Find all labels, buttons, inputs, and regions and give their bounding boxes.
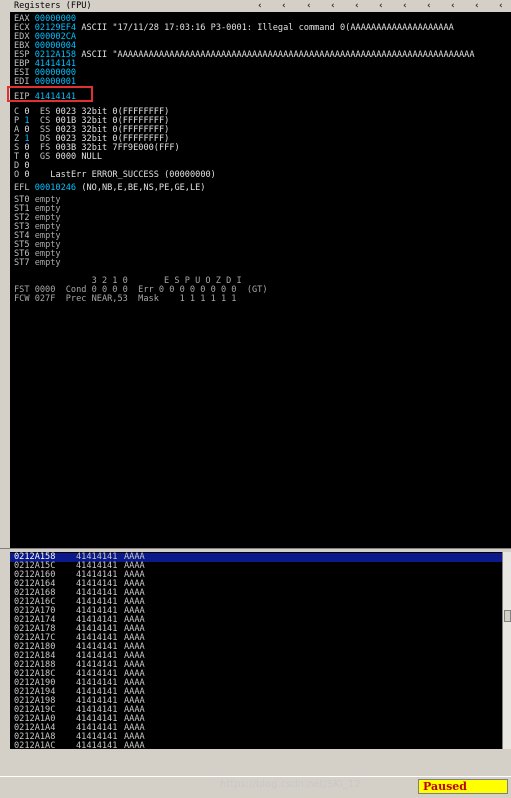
stack-scrollbar[interactable] [502,552,511,749]
chevron-left-icon[interactable]: ‹ [427,2,431,11]
registers-title: Registers (FPU) [14,1,92,11]
register-comment: ASCII "17/11/28 17:03:16 P3-0001: Illega… [81,23,454,33]
chevron-left-icon[interactable]: ‹ [475,2,479,11]
flag-row[interactable]: O 0 LastErr ERROR_SUCCESS (00000000) [14,171,216,180]
segment-desc: NULL [81,152,103,162]
chevron-left-icon[interactable]: ‹ [379,2,383,11]
stack-value: 41414141 [76,741,118,750]
stack-address: 0212A1AC [14,741,56,750]
efl-flags: (NO,NB,E,BE,NS,PE,GE,LE) [81,183,206,193]
fpu-name: ST7 [14,258,30,268]
stack-ascii: AAAA [124,741,145,750]
segment-name: GS [39,152,51,162]
chevron-left-icon[interactable]: ‹ [499,2,503,11]
segment-selector: 0000 [55,152,77,162]
chevron-left-icon[interactable]: ‹ [403,2,407,11]
efl-value[interactable]: 00010246 [35,183,76,193]
stack-pane[interactable]: 0212A158 41414141 AAAA 0212A15C 41414141 AAAA… [10,552,502,749]
fpu-value: empty [34,258,61,268]
fpu-st7[interactable]: ST7 empty [14,259,61,268]
flag-name: O [14,170,20,180]
register-esp[interactable]: ESP 0212A158 ASCII "AAAAAAAAAAAAAAAAAAAA… [14,51,475,60]
paused-indicator: Paused [418,779,508,794]
flag-bit[interactable]: 0 [24,170,29,180]
status-bar: https://blog.csdn.net/SKI_12 Paused [0,776,511,798]
eip-highlight-box [7,86,93,102]
chevron-left-icon[interactable]: ‹ [355,2,359,11]
chevron-left-icon[interactable]: ‹ [307,2,311,11]
status-spacer [0,750,511,776]
segment-desc: LastErr ERROR_SUCCESS (00000000) [50,170,216,180]
scrollbar-thumb[interactable] [504,610,511,622]
status-message: https://blog.csdn.net/SKI_12 [220,779,361,790]
registers-pane: Registers (FPU) ‹ ‹ ‹ ‹ ‹ ‹ ‹ ‹ ‹ ‹ ‹ EAX 00000000… [0,0,511,548]
chevron-left-icon[interactable]: ‹ [282,2,286,11]
chevron-left-icon[interactable]: ‹ [331,2,335,11]
efl-name: EFL [14,183,30,193]
efl-register[interactable]: EFL 00010246 (NO,NB,E,BE,NS,PE,GE,LE) [14,184,206,193]
register-ecx[interactable]: ECX 02129EF4 ASCII "17/11/28 17:03:16 P3… [14,24,454,33]
chevron-left-icon[interactable]: ‹ [451,2,455,11]
chevron-left-icon[interactable]: ‹ [258,2,262,11]
register-comment: ASCII "AAAAAAAAAAAAAAAAAAAAAAAAAAAAAAAAA… [81,50,475,60]
stack-row[interactable]: 0212A1AC 41414141 AAAA [10,741,502,750]
fcw-line[interactable]: FCW 027F Prec NEAR,53 Mask 1 1 1 1 1 1 [14,295,236,304]
